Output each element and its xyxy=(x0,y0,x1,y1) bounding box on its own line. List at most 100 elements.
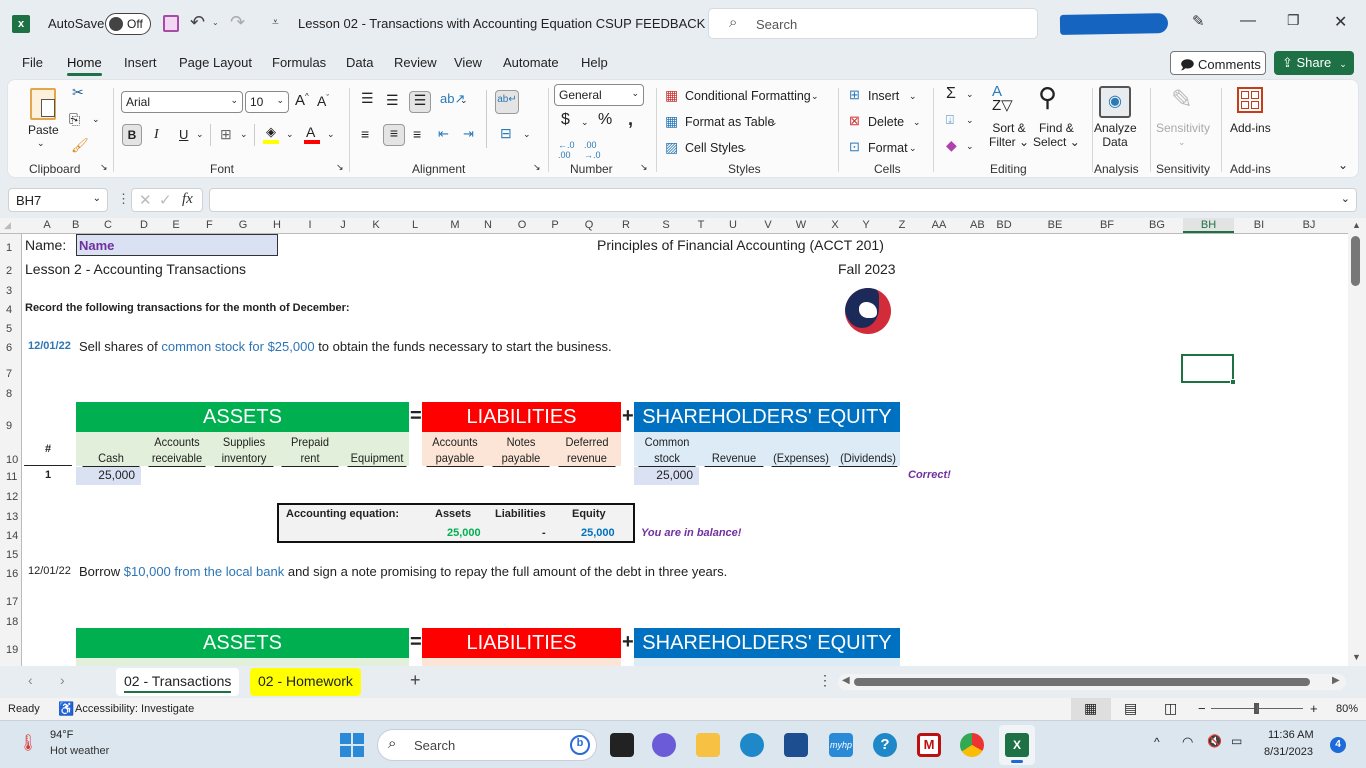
normal-view-button[interactable]: ▦ xyxy=(1071,698,1111,720)
sheet-tab-transactions[interactable]: 02 - Transactions xyxy=(116,668,240,696)
clear-icon[interactable]: ◆ xyxy=(946,137,957,154)
col-header-bf[interactable]: BF xyxy=(1096,219,1118,231)
format-painter-icon[interactable]: 🖌 xyxy=(71,137,89,154)
insert-function-icon[interactable]: fx xyxy=(182,191,193,208)
menu-help[interactable]: Help xyxy=(581,55,608,70)
col-header-u[interactable]: U xyxy=(725,219,741,231)
close-button[interactable]: ✕ xyxy=(1334,12,1347,32)
sort-filter-icon[interactable]: A Z▽ xyxy=(992,84,1013,113)
clock-date[interactable]: 8/31/2023 xyxy=(1264,746,1313,758)
edge-browser-icon[interactable] xyxy=(740,733,764,757)
mcafee-icon[interactable]: M xyxy=(917,733,941,757)
bottom-align-icon[interactable]: ☰ xyxy=(409,91,431,113)
enter-formula-icon[interactable]: ✓ xyxy=(159,191,172,209)
col-header-y[interactable]: Y xyxy=(858,219,874,231)
insert-dropdown-icon[interactable]: ⌄ xyxy=(909,91,917,102)
font-color-dropdown-icon[interactable]: ⌄ xyxy=(327,129,335,140)
excel-taskbar-active[interactable]: X xyxy=(999,725,1035,765)
increase-indent-icon[interactable]: ⇥ xyxy=(463,126,474,142)
format-table-dropdown-icon[interactable]: ⌄ xyxy=(770,117,778,128)
autosave-toggle[interactable]: Off xyxy=(105,13,151,35)
borders-dropdown-icon[interactable]: ⌄ xyxy=(240,129,248,140)
row-header[interactable]: 15 xyxy=(0,549,22,561)
italic-button[interactable]: I xyxy=(154,127,159,143)
increase-font-icon[interactable]: A^ xyxy=(295,92,309,109)
ms-store-icon[interactable] xyxy=(784,733,808,757)
alignment-launcher-icon[interactable]: ↘ xyxy=(533,162,541,173)
font-color-icon[interactable]: A xyxy=(306,124,315,140)
cell-styles-dropdown-icon[interactable]: ⌄ xyxy=(740,143,748,154)
number-launcher-icon[interactable]: ↘ xyxy=(640,162,648,173)
font-family-select[interactable]: Arial ⌄ xyxy=(121,91,243,113)
row-header[interactable]: 4 xyxy=(0,304,22,316)
comma-button[interactable]: , xyxy=(628,109,633,130)
delete-cells-icon[interactable]: ⊠ xyxy=(849,113,860,129)
add-sheet-button[interactable]: + xyxy=(410,670,421,691)
scroll-left-icon[interactable]: ◀ xyxy=(842,675,850,686)
zoom-slider[interactable] xyxy=(1211,703,1303,714)
find-select-button[interactable]: Find & Select ⌄ xyxy=(1033,121,1080,149)
col-header-g[interactable]: G xyxy=(235,219,251,231)
cell-styles-button[interactable]: Cell Styles xyxy=(685,141,744,155)
teams-chat-icon[interactable] xyxy=(652,733,676,757)
clear-dropdown-icon[interactable]: ⌄ xyxy=(966,141,974,152)
format-cells-icon[interactable]: ⊡ xyxy=(849,139,860,155)
underline-button[interactable]: U xyxy=(179,127,188,142)
row-header[interactable]: 10 xyxy=(0,454,22,466)
volume-muted-icon[interactable]: 🔇 xyxy=(1207,734,1222,748)
col-header-s[interactable]: S xyxy=(658,219,674,231)
underline-dropdown-icon[interactable]: ⌄ xyxy=(196,129,204,140)
tab-options-icon[interactable]: ⋮ xyxy=(818,672,832,689)
common-stock-value[interactable]: 25,000 xyxy=(634,467,699,485)
formula-bar-options-icon[interactable]: ⋮ xyxy=(117,191,130,207)
collapse-ribbon-icon[interactable]: ⌄ xyxy=(1338,158,1348,172)
delete-cells-button[interactable]: Delete xyxy=(868,115,904,129)
col-header-v[interactable]: V xyxy=(764,219,772,231)
format-dropdown-icon[interactable]: ⌄ xyxy=(909,143,917,154)
cancel-formula-icon[interactable]: ✕ xyxy=(139,191,152,209)
col-header-r[interactable]: R xyxy=(620,219,632,231)
name-box[interactable]: BH7 ⌄ xyxy=(8,188,108,212)
col-header-w[interactable]: W xyxy=(792,219,810,231)
analyze-data-icon[interactable]: ◉ xyxy=(1099,86,1131,118)
clipboard-launcher-icon[interactable]: ↘ xyxy=(100,162,108,173)
restore-button[interactable]: ❐ xyxy=(1287,12,1300,29)
accessibility-icon[interactable]: ♿ xyxy=(58,701,74,717)
row-header[interactable]: 3 xyxy=(0,285,22,297)
delete-dropdown-icon[interactable]: ⌄ xyxy=(913,117,921,128)
col-header-n[interactable]: N xyxy=(484,219,492,231)
sensitivity-icon[interactable]: ✎ xyxy=(1171,84,1193,115)
fill-dropdown-icon[interactable]: ⌄ xyxy=(966,115,974,126)
paste-icon[interactable] xyxy=(30,88,56,120)
undo-icon[interactable]: ↶ xyxy=(190,12,205,33)
percent-button[interactable]: % xyxy=(598,111,612,129)
row-header[interactable]: 5 xyxy=(0,323,22,335)
sensitivity-button[interactable]: Sensitivity xyxy=(1156,121,1210,135)
col-header-bi[interactable]: BI xyxy=(1250,219,1268,231)
col-header-m[interactable]: M xyxy=(447,219,463,231)
row-header[interactable]: 16 xyxy=(0,568,22,580)
menu-data[interactable]: Data xyxy=(346,55,373,70)
prev-sheet-icon[interactable]: ‹ xyxy=(28,672,33,688)
sheet-tab-homework[interactable]: 02 - Homework xyxy=(250,668,361,696)
col-header-bh[interactable]: BH xyxy=(1183,218,1234,233)
cash-value[interactable]: 25,000 xyxy=(76,467,141,485)
row-header[interactable]: 14 xyxy=(0,530,22,542)
top-align-icon[interactable]: ☰ xyxy=(361,90,374,107)
fill-color-icon[interactable]: ◈ xyxy=(266,124,276,140)
scroll-down-icon[interactable]: ▼ xyxy=(1352,652,1361,662)
col-header-bg[interactable]: BG xyxy=(1146,219,1168,231)
menu-review[interactable]: Review xyxy=(394,55,437,70)
add-ins-button[interactable]: Add-ins xyxy=(1230,121,1271,135)
bold-button[interactable]: B xyxy=(122,124,142,146)
col-header-a[interactable]: A xyxy=(40,219,54,231)
col-header-h[interactable]: H xyxy=(273,219,281,231)
page-break-view-icon[interactable]: ◫ xyxy=(1164,700,1177,717)
autosum-icon[interactable]: Σ xyxy=(946,85,956,103)
menu-automate[interactable]: Automate xyxy=(503,55,559,70)
col-header-z[interactable]: Z xyxy=(896,219,908,231)
decrease-indent-icon[interactable]: ⇤ xyxy=(438,126,449,142)
weather-temp[interactable]: 94°F xyxy=(50,729,73,741)
col-header-ab[interactable]: AB xyxy=(970,219,985,231)
vertical-scrollbar[interactable]: ▲ ▼ xyxy=(1348,218,1366,666)
